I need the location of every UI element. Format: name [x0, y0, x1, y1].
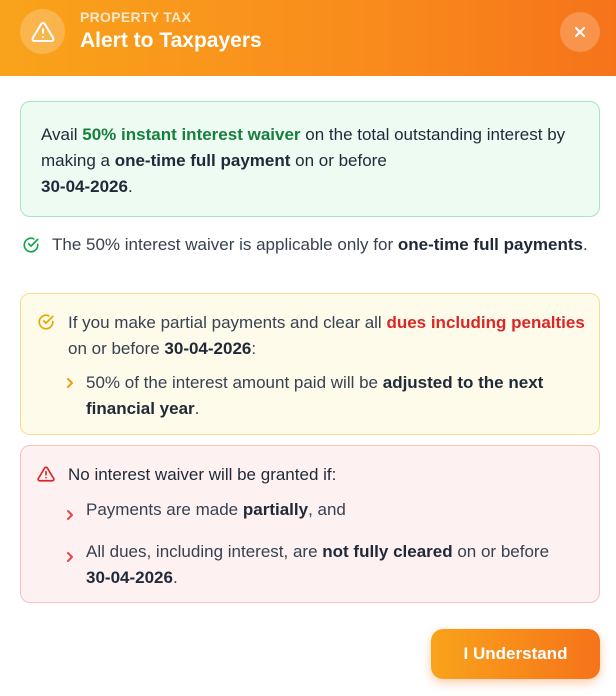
partial-sub-text: 50% of the interest amount paid will be — [86, 373, 383, 392]
check-circle-icon — [23, 237, 39, 253]
partial-text: If you make partial payments and clear a… — [68, 313, 387, 332]
item-text: , and — [308, 500, 346, 519]
offer-box: Avail 50% instant interest waiver on the… — [20, 101, 600, 217]
no-waiver-heading: No interest waiver will be granted if: — [68, 465, 337, 484]
chevron-right-icon — [67, 552, 73, 562]
close-button[interactable] — [560, 12, 600, 52]
item-date: 30-04-2026 — [86, 568, 173, 587]
modal-title: Alert to Taxpayers — [80, 29, 262, 52]
offer-text: on or before — [290, 151, 387, 170]
partial-sub-item: 50% of the interest amount paid will be … — [86, 370, 586, 422]
i-understand-button[interactable]: I Understand — [431, 629, 600, 679]
warning-triangle-icon — [20, 9, 65, 54]
note-text: . — [582, 235, 588, 254]
item-strong: not fully cleared — [322, 542, 453, 561]
no-waiver-box: No interest waiver will be granted if: P… — [20, 445, 600, 603]
partial-text: : — [251, 339, 257, 358]
check-circle-icon — [38, 314, 54, 330]
item-strong: partially — [242, 500, 309, 519]
partial-payment-text: If you make partial payments and clear a… — [68, 310, 588, 362]
note-strong: one-time full payments — [397, 235, 583, 254]
partial-highlight: dues including penalties — [386, 313, 585, 332]
note-row: The 50% interest waiver is applicable on… — [20, 232, 600, 258]
offer-text: . — [127, 177, 133, 196]
note-text: The 50% interest waiver is applicable on… — [52, 235, 398, 254]
item-text: on or before — [452, 542, 550, 561]
header-subtitle: PROPERTY TAX — [80, 9, 192, 25]
modal-header: PROPERTY TAX Alert to Taxpayers — [0, 0, 616, 76]
offer-highlight: 50% instant interest waiver — [82, 125, 301, 144]
partial-text: on or before — [68, 339, 165, 358]
item-text: Payments are made — [86, 500, 243, 519]
partial-date: 30-04-2026 — [164, 339, 252, 358]
list-item: All dues, including interest, are not fu… — [86, 539, 576, 591]
offer-text: Avail — [41, 125, 83, 144]
partial-sub-text: . — [194, 399, 200, 418]
close-icon — [575, 27, 585, 37]
offer-strong: one-time full payment — [114, 151, 291, 170]
item-text: All dues, including interest, are — [86, 542, 323, 561]
list-item: Payments are made partially, and — [86, 497, 576, 523]
item-text: . — [172, 568, 178, 587]
alert-modal: PROPERTY TAX Alert to Taxpayers Avail 50… — [0, 0, 616, 696]
warning-triangle-icon — [37, 466, 55, 482]
chevron-right-icon — [67, 510, 73, 520]
partial-payment-box: If you make partial payments and clear a… — [20, 293, 600, 435]
chevron-right-icon — [67, 378, 73, 388]
offer-date: 30-04-2026 — [41, 177, 128, 196]
